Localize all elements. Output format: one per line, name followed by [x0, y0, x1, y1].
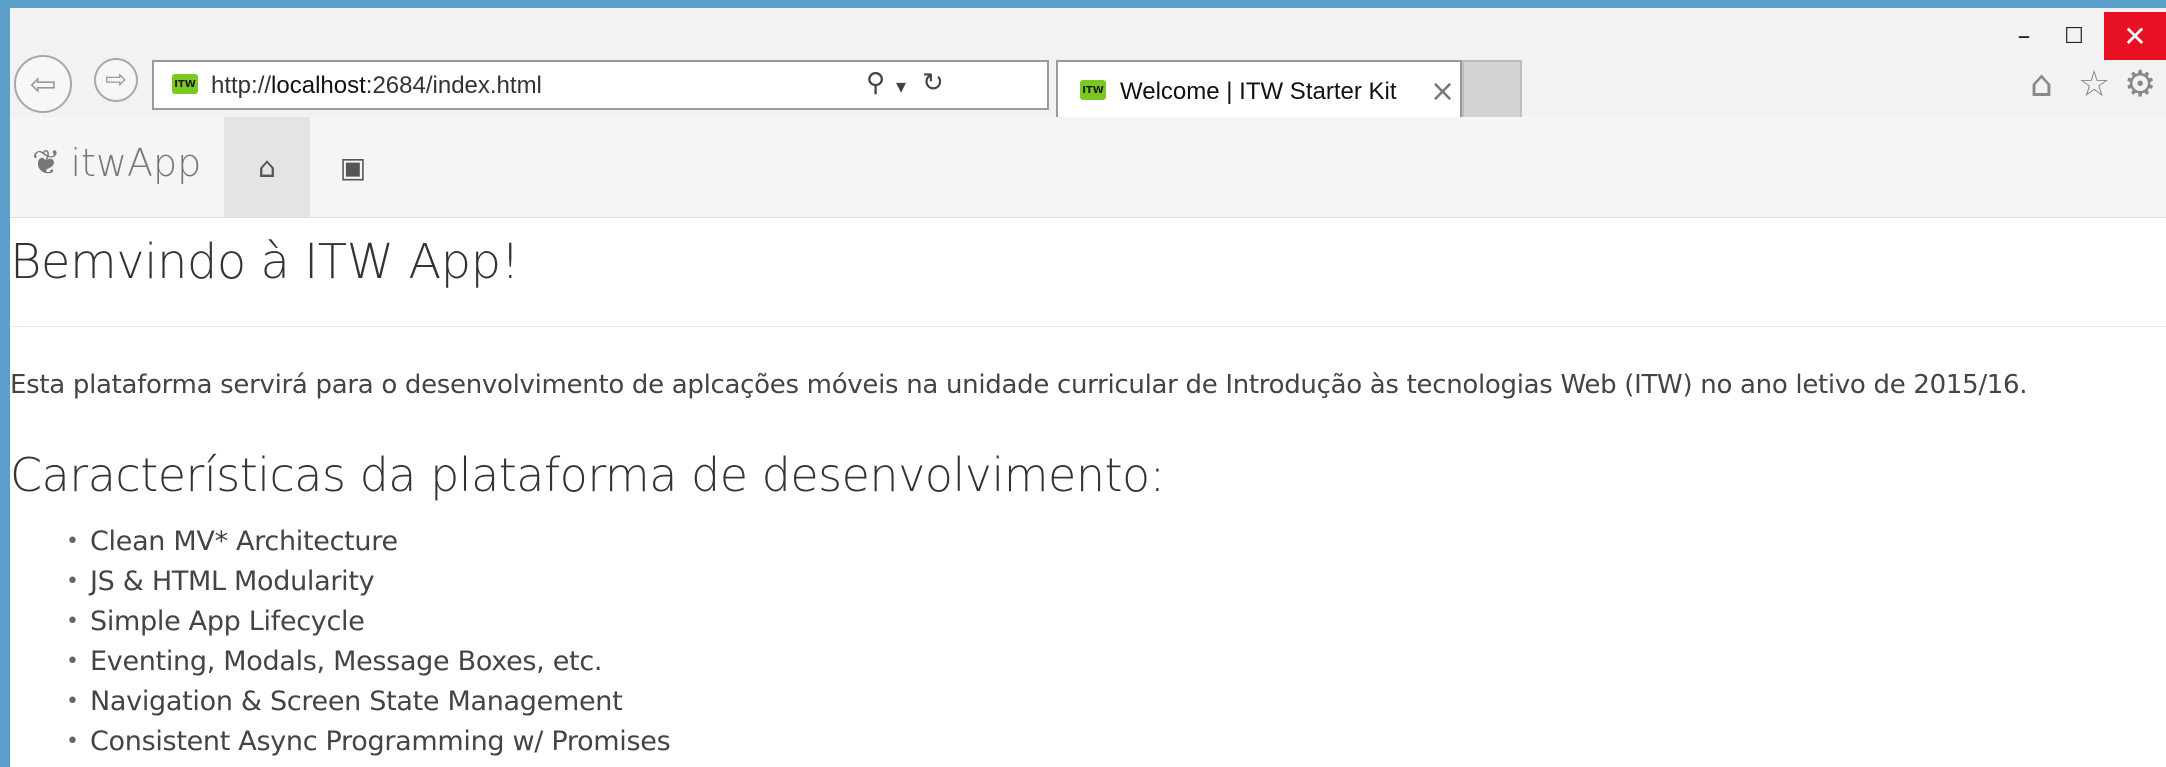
close-window-button[interactable]: ✕ — [2104, 12, 2166, 60]
intro-text: Esta plataforma servirá para o desenvolv… — [10, 370, 2028, 400]
list-item-text: Simple App Lifecycle — [90, 606, 365, 637]
url-prefix: http:// — [211, 72, 272, 99]
chevron-down-icon[interactable]: ▾ — [896, 74, 906, 98]
tab-title: Welcome | ITW Starter Kit — [1120, 78, 1397, 105]
url-path: :2684/index.html — [365, 72, 542, 99]
features-list: • Clean MV* Architecture • JS & HTML Modul… — [10, 522, 671, 762]
favorites-star-icon[interactable]: ☆ — [2078, 64, 2110, 105]
list-item: • Simple App Lifecycle — [10, 602, 670, 642]
back-button[interactable]: ⇦ — [14, 55, 72, 113]
list-item: • Navigation & Screen State Management — [10, 682, 670, 722]
bullet-icon: • — [66, 529, 79, 554]
tab-favicon-icon: ITW — [1080, 80, 1106, 100]
address-bar[interactable]: ITW http://localhost:2684/index.html ⚲ ▾… — [152, 60, 1049, 110]
minimize-button[interactable]: – — [1999, 12, 2049, 60]
back-arrow-icon: ⇦ — [29, 65, 57, 103]
new-tab-button[interactable] — [1462, 60, 1522, 124]
tab-welcome[interactable]: ITW Welcome | ITW Starter Kit × — [1056, 60, 1462, 124]
page-title: Bemvindo à ITW App! — [10, 234, 520, 290]
home-icon[interactable]: ⌂ — [2030, 64, 2053, 105]
list-item: • Consistent Async Programming w/ Promise… — [10, 722, 671, 762]
bullet-icon: • — [66, 729, 79, 754]
bullet-icon: • — [66, 689, 79, 714]
list-item-text: Clean MV* Architecture — [90, 526, 398, 557]
bullet-icon: • — [66, 609, 79, 634]
settings-gear-icon[interactable]: ⚙ — [2124, 64, 2156, 105]
browser-chrome: – ☐ ✕ ⇦ ⇨ ITW http://localhost:2684/inde… — [10, 8, 2166, 124]
bullet-icon: • — [66, 649, 79, 674]
list-item-text: JS & HTML Modularity — [90, 566, 375, 597]
list-item: • Clean MV* Architecture — [10, 522, 670, 562]
forward-arrow-icon: ⇨ — [105, 65, 127, 95]
search-icon[interactable]: ⚲ — [866, 68, 885, 98]
forward-button[interactable]: ⇨ — [94, 58, 138, 102]
bullet-icon: • — [66, 569, 79, 594]
list-item-text: Consistent Async Programming w/ Promises — [90, 726, 671, 757]
url-text[interactable]: http://localhost:2684/index.html — [211, 72, 542, 100]
brand-name: itwApp — [70, 141, 202, 185]
url-host: localhost — [271, 72, 366, 99]
app-navbar: ❦ itwApp ⌂ ▣ — [10, 117, 2166, 218]
features-heading: Características da plataforma de desenvo… — [10, 448, 1165, 502]
divider — [10, 326, 2166, 327]
site-favicon-icon: ITW — [172, 74, 198, 94]
brand-link[interactable]: ❦ itwApp — [32, 141, 201, 185]
maximize-button[interactable]: ☐ — [2049, 12, 2099, 60]
leaf-icon: ❦ — [32, 143, 61, 183]
list-item: • JS & HTML Modularity — [10, 562, 670, 602]
list-item: • Eventing, Modals, Message Boxes, etc. — [10, 642, 670, 682]
refresh-icon[interactable]: ↻ — [922, 68, 944, 98]
close-tab-icon[interactable]: × — [1430, 74, 1455, 109]
nav-home[interactable]: ⌂ — [224, 117, 310, 217]
nav-second[interactable]: ▣ — [310, 117, 396, 217]
list-item-text: Navigation & Screen State Management — [90, 686, 623, 717]
gamepad-icon: ▣ — [339, 150, 367, 184]
home-icon: ⌂ — [258, 150, 276, 184]
list-item-text: Eventing, Modals, Message Boxes, etc. — [90, 646, 603, 677]
